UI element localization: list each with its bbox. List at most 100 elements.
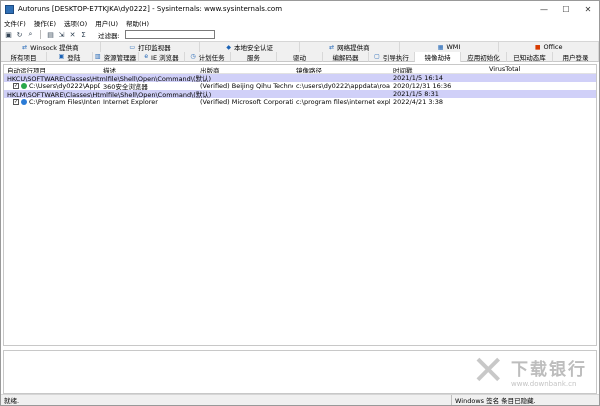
column-header-description[interactable]: 描述 [100,65,197,73]
save-icon[interactable]: ▣ [4,30,13,39]
entry-name: C:\Program Files\Interne... [29,98,100,106]
column-header-entry[interactable]: 自动运行项目 [4,65,100,73]
tab-label: 登陆 [67,53,81,62]
column-header-timestamp[interactable]: 时间戳 [390,65,486,73]
virustotal-icon[interactable]: Σ [79,30,88,39]
find-icon[interactable]: ⌕ [26,30,35,39]
printer-icon: ▭ [129,43,136,51]
tab-label: WMI [446,43,461,51]
office-icon: ■ [534,43,541,51]
tab-r1-5[interactable]: ■ Office [499,42,600,52]
autoruns-app-icon [5,4,14,14]
tab-r2-10[interactable]: 应用初始化 [461,52,507,62]
ie-icon: e [144,53,149,60]
tab-label: 驱动 [293,53,306,62]
tab-r2-2[interactable]: ▥ 资源管理器 [93,52,139,62]
window-title: Autoruns [DESKTOP-E7TKJKA\dy0222] - Sysi… [18,5,283,13]
entry-description: Internet Explorer [103,98,158,106]
tab-label: 服务 [247,53,260,62]
watermark-logo-icon: ✕ [471,348,505,394]
tab-r2-7[interactable]: 编解码器 [323,52,369,62]
tab-r2-12[interactable]: 用户登录 [553,52,599,62]
tab-label: 编解码器 [332,53,359,62]
maximize-button[interactable]: ☐ [555,1,577,17]
explorer-icon: ▥ [94,53,101,60]
tab-label: 用户登录 [562,53,589,62]
watermark-text: 下载银行 [511,359,587,380]
tab-r2-5[interactable]: 服务 [231,52,277,62]
delete-icon[interactable]: ✕ [68,30,77,39]
entry-cell: ✓ C:\Program Files\Interne... [4,98,100,106]
entry-timestamp: 2020/12/31 16:36 [393,82,452,90]
watermark: ✕ 下载银行 www.downbank.cn [471,351,587,391]
watermark-url: www.downbank.cn [511,379,577,388]
column-header-publisher[interactable]: 出版商 [197,65,293,73]
tab-r2-3[interactable]: e IE 浏览器 [139,52,185,62]
ie-icon [21,99,27,105]
tab-r2-1[interactable]: ▣ 登陆 [47,52,93,62]
tab-r2-0[interactable]: 所有项目 [1,52,47,62]
enable-checkbox[interactable]: ✓ [13,99,19,105]
minimize-button[interactable]: — [533,1,555,17]
tab-label: Winsock 提供商 [30,44,79,52]
filter-label: 过滤器: [98,31,120,40]
registry-key-row[interactable]: HKCU\SOFTWARE\Classes\Htmlfile\Shell\Ope… [4,74,596,83]
tab-label: 打印监视器 [138,44,171,52]
table-row[interactable]: ✓ C:\Program Files\Interne...Internet Exp… [4,98,596,106]
tab-r2-11[interactable]: 已知动态库 [507,52,553,62]
category-tabs: ⇄ Winsock 提供商 ▭ 打印监视器 ◆ 本地安全认证 ⇄ 网络提供商 ▦ WMI ■ Offi… [1,41,600,62]
tabs-row-2: 所有项目 ▣ 登陆 ▥ 资源管理器 e IE 浏览器 ◷ 计划任务 服务 驱动 编解码器 ▢ 引导执行 镜像… [1,52,599,62]
filter-input[interactable] [124,30,215,39]
registry-key-row[interactable]: HKLM\SOFTWARE\Classes\Htmlfile\Shell\Ope… [4,90,596,99]
menu-user[interactable]: 用户(U) [95,18,118,28]
key-timestamp: 2021/1/5 16:14 [393,74,443,82]
entry-publisher: (Verified) Microsoft Corporation [200,98,293,106]
tab-label: IE 浏览器 [151,53,179,62]
tab-r2-9[interactable]: 镜像劫持 [415,52,461,62]
tab-label: 镜像劫持 [424,54,451,62]
tabs-row-1: ⇄ Winsock 提供商 ▭ 打印监视器 ◆ 本地安全认证 ⇄ 网络提供商 ▦ WMI ■ Offi… [1,42,600,52]
tab-label: 资源管理器 [103,53,137,62]
tab-r1-0[interactable]: ⇄ Winsock 提供商 [1,42,101,52]
key-timestamp: 2021/1/5 8:31 [393,90,439,98]
column-header-virustotal[interactable]: VirusTotal [486,65,596,73]
tab-r1-3[interactable]: ⇄ 网络提供商 [300,42,400,52]
status-bar: 就绪. Windows 签名 条目已隐藏. [1,394,599,405]
tab-label: 引导执行 [382,53,409,62]
status-filter-text: Windows 签名 条目已隐藏. [451,395,599,405]
network-icon: ⇄ [329,43,335,51]
tab-label: Office [543,43,563,51]
tab-r1-1[interactable]: ▭ 打印监视器 [100,42,201,52]
tab-r1-4[interactable]: ▦ WMI [399,42,500,52]
menu-options[interactable]: 选项(O) [64,18,87,28]
tab-r2-8[interactable]: ▢ 引导执行 [369,52,415,62]
shield-icon: ◆ [226,43,231,51]
clock-icon: ◷ [190,53,196,60]
close-button[interactable]: ✕ [577,1,599,17]
entry-image-path: c:\program files\internet explorer\iexp.… [296,98,390,106]
logon-icon: ▣ [58,53,65,60]
tab-label: 应用初始化 [467,53,500,62]
jump-icon[interactable]: ⇲ [57,30,66,39]
tab-r2-6[interactable]: 驱动 [277,52,323,62]
menu-help[interactable]: 帮助(H) [126,18,149,28]
list-body: HKCU\SOFTWARE\Classes\Htmlfile\Shell\Ope… [4,74,596,106]
menu-bar: 文件(F) 操作(E) 选项(O) 用户(U) 帮助(H) [1,17,599,28]
menu-file[interactable]: 文件(F) [4,18,26,28]
tab-label: 计划任务 [198,53,225,62]
tab-label: 网络提供商 [337,44,370,52]
column-header-image-path[interactable]: 镜像路径 [293,65,390,73]
refresh-icon[interactable]: ↻ [15,30,24,39]
tab-r2-4[interactable]: ◷ 计划任务 [185,52,231,62]
tab-label: 所有项目 [10,53,37,62]
entry-timestamp: 2022/4/21 3:38 [393,98,443,106]
boot-icon: ▢ [374,53,380,60]
status-text: 就绪. [4,397,20,405]
tab-r1-2[interactable]: ◆ 本地安全认证 [200,42,301,52]
toolbar-separator [40,30,41,39]
network-icon: ⇄ [22,43,28,51]
menu-action[interactable]: 操作(E) [34,18,56,28]
properties-icon[interactable]: ▤ [46,30,55,39]
tab-label: 本地安全认证 [233,44,273,52]
autoruns-list[interactable]: 自动运行项目 描述 出版商 镜像路径 时间戳 VirusTotal HKCU\S… [3,64,597,346]
